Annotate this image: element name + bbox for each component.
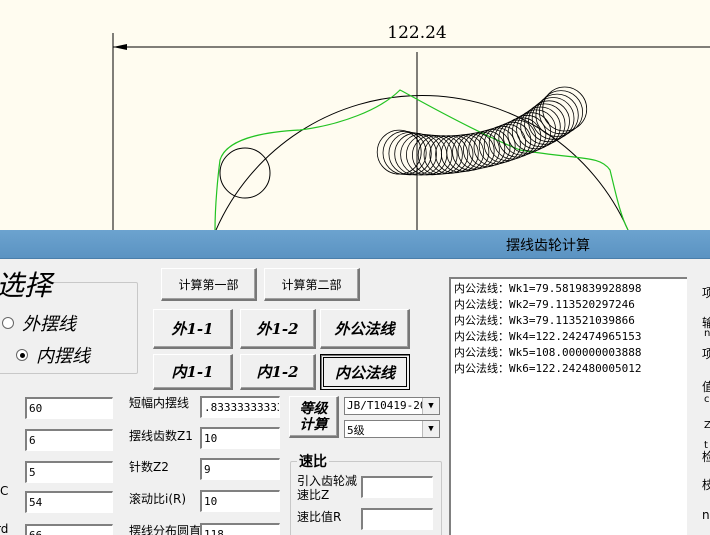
chevron-down-icon[interactable]: ▼: [422, 421, 439, 437]
right-edge-char: n: [702, 508, 710, 522]
right-edge-char: 值: [702, 380, 710, 394]
mid-field-2[interactable]: 10: [200, 427, 280, 449]
standard-select[interactable]: JB/T10419-2005 ▼: [344, 397, 440, 415]
grade-calc-line2: 计算: [299, 416, 328, 433]
right-edge-char: c: [704, 394, 710, 405]
ratio-label: 速比值R: [297, 510, 342, 524]
reducer-label-line2: 速比Z: [297, 488, 330, 502]
reducer-label: 引入齿轮减 速比Z: [297, 474, 357, 502]
inner-common-normal-button[interactable]: 内公法线: [320, 354, 410, 390]
type-group-title: 选择: [0, 264, 55, 304]
left-field-1[interactable]: 60: [25, 397, 113, 419]
reducer-input[interactable]: [361, 476, 433, 498]
right-edge-char: 检: [702, 450, 710, 464]
left-field-3[interactable]: 5: [25, 461, 113, 483]
chevron-down-icon[interactable]: ▼: [422, 398, 439, 414]
mid-label-2: 摆线齿数Z1: [129, 429, 193, 443]
outer-common-normal-button[interactable]: 外公法线: [320, 309, 410, 349]
radio-hypocycloid[interactable]: 内摆线: [16, 342, 90, 368]
result-line: 内公法线：Wk4=122.242474965153: [454, 330, 642, 343]
result-line: 内公法线：Wk2=79.113520297246: [454, 298, 635, 311]
ratio-input[interactable]: [361, 508, 433, 530]
result-line: 内公法线：Wk5=108.000000003888: [454, 346, 642, 359]
right-edge-char: n: [704, 328, 710, 339]
inner-1-1-button[interactable]: 内1-1: [153, 354, 233, 390]
dimension-value: 122.24: [387, 23, 446, 43]
grade-calc-line1: 等级: [299, 400, 328, 417]
calc-part2-button[interactable]: 计算第二部: [264, 268, 360, 301]
mid-label-3: 针数Z2: [129, 460, 169, 474]
calc-part1-button[interactable]: 计算第一部: [161, 268, 257, 301]
cad-drawing-canvas: 122.24: [0, 0, 710, 231]
left-field-4[interactable]: 54: [25, 491, 113, 513]
result-line: 内公法线：Wk3=79.113521039866: [454, 314, 635, 327]
right-edge-char: 项: [702, 347, 710, 361]
result-line: 内公法线：Wk1=79.5819839928898: [454, 282, 642, 295]
window-title: 摆线齿轮计算: [506, 238, 590, 254]
grade-calc-button[interactable]: 等级 计算: [289, 396, 339, 438]
reducer-label-line1: 引入齿轮减: [297, 474, 358, 488]
field-label-rd: rd: [0, 522, 9, 535]
radio-dot: [2, 317, 14, 329]
left-field-2[interactable]: 6: [25, 429, 113, 451]
mid-field-4[interactable]: 10: [200, 490, 280, 512]
speed-ratio-title: 速比: [297, 451, 329, 471]
right-edge-char: Z: [704, 420, 710, 431]
outer-1-1-button[interactable]: 外1-1: [153, 309, 233, 349]
grade-select[interactable]: 5级 ▼: [344, 420, 440, 438]
results-list[interactable]: 内公法线：Wk1=79.5819839928898 内公法线：Wk2=79.11…: [449, 277, 687, 535]
radio-label: 外摆线: [22, 314, 76, 335]
radio-epicycloid[interactable]: 外摆线: [2, 310, 76, 336]
inner-1-2-button[interactable]: 内1-2: [240, 354, 316, 390]
mid-label-5: 摆线分布圆直: [129, 524, 202, 535]
gear-calc-window: 摆线齿轮计算 选择 外摆线 内摆线 C rd 60 6 5 54 66 计算第一…: [0, 230, 710, 535]
mid-field-1[interactable]: .8333333333333: [200, 396, 280, 418]
radio-dot: [16, 349, 28, 361]
mid-label-4: 滚动比i(R): [129, 492, 187, 506]
mid-label-1: 短幅内摆线: [129, 396, 190, 410]
mid-field-5[interactable]: 118: [200, 523, 280, 535]
field-label-c: C: [0, 484, 9, 498]
right-edge-char: 项: [702, 286, 710, 300]
outer-1-2-button[interactable]: 外1-2: [240, 309, 316, 349]
mid-field-3[interactable]: 9: [200, 458, 280, 480]
left-field-5[interactable]: 66: [25, 524, 113, 535]
radio-label: 内摆线: [36, 346, 90, 367]
right-edge-char: 枝: [702, 478, 710, 492]
grade-select-value: 5级: [347, 424, 365, 437]
swept-circle: [388, 132, 432, 176]
swept-circle: [382, 130, 427, 175]
result-line: 内公法线：Wk6=122.242480005012: [454, 362, 642, 375]
gear-profile-drawing: 122.24: [112, 23, 710, 231]
title-bar: 摆线齿轮计算: [0, 230, 710, 259]
